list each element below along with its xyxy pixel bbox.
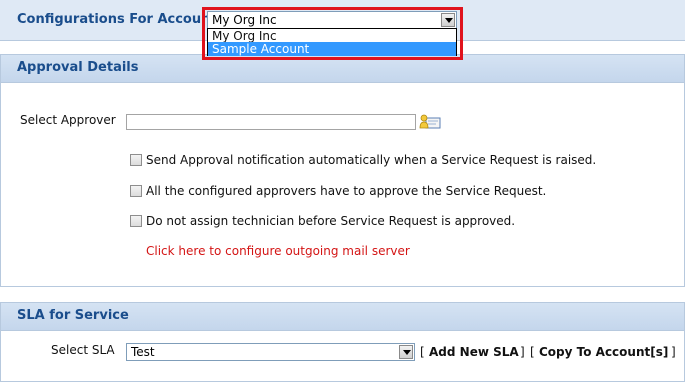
chevron-down-icon[interactable] [399,345,413,359]
sla-select-value: Test [131,345,155,359]
no-assign-technician-checkbox[interactable] [130,215,142,227]
sla-panel: SLA for Service [0,302,685,382]
send-notification-label: Send Approval notification automatically… [146,153,597,167]
page-title: Configurations For Account [17,12,217,27]
account-select-value: My Org Inc [212,13,277,27]
copy-bracket-close: ] [671,345,676,359]
select-sla-label: Select SLA [51,343,115,357]
account-select[interactable]: My Org Inc [207,11,457,29]
all-approvers-checkbox[interactable] [130,185,142,197]
sla-select[interactable]: Test [126,343,415,361]
account-options-list: My Org Inc Sample Account [207,28,457,56]
send-notification-checkbox[interactable] [130,154,142,166]
account-option-sample[interactable]: Sample Account [208,42,456,56]
approver-input[interactable] [126,114,416,130]
chevron-down-icon[interactable] [441,13,455,27]
copy-bracket-open: [ [530,345,535,359]
no-assign-technician-label: Do not assign technician before Service … [146,214,516,228]
add-new-sla-link[interactable]: Add New SLA [429,345,519,359]
select-approver-label: Select Approver [20,113,116,127]
approval-details-title: Approval Details [17,60,139,75]
add-sla-bracket-close: ] [520,345,525,359]
account-option-my-org[interactable]: My Org Inc [208,29,456,43]
sla-title: SLA for Service [17,308,129,323]
copy-to-account-link[interactable]: Copy To Account[s] [539,345,668,359]
all-approvers-label: All the configured approvers have to app… [146,184,547,198]
configure-mail-server-link[interactable]: Click here to configure outgoing mail se… [146,244,410,258]
user-picker-icon[interactable] [419,114,441,130]
add-sla-bracket-open: [ [420,345,425,359]
